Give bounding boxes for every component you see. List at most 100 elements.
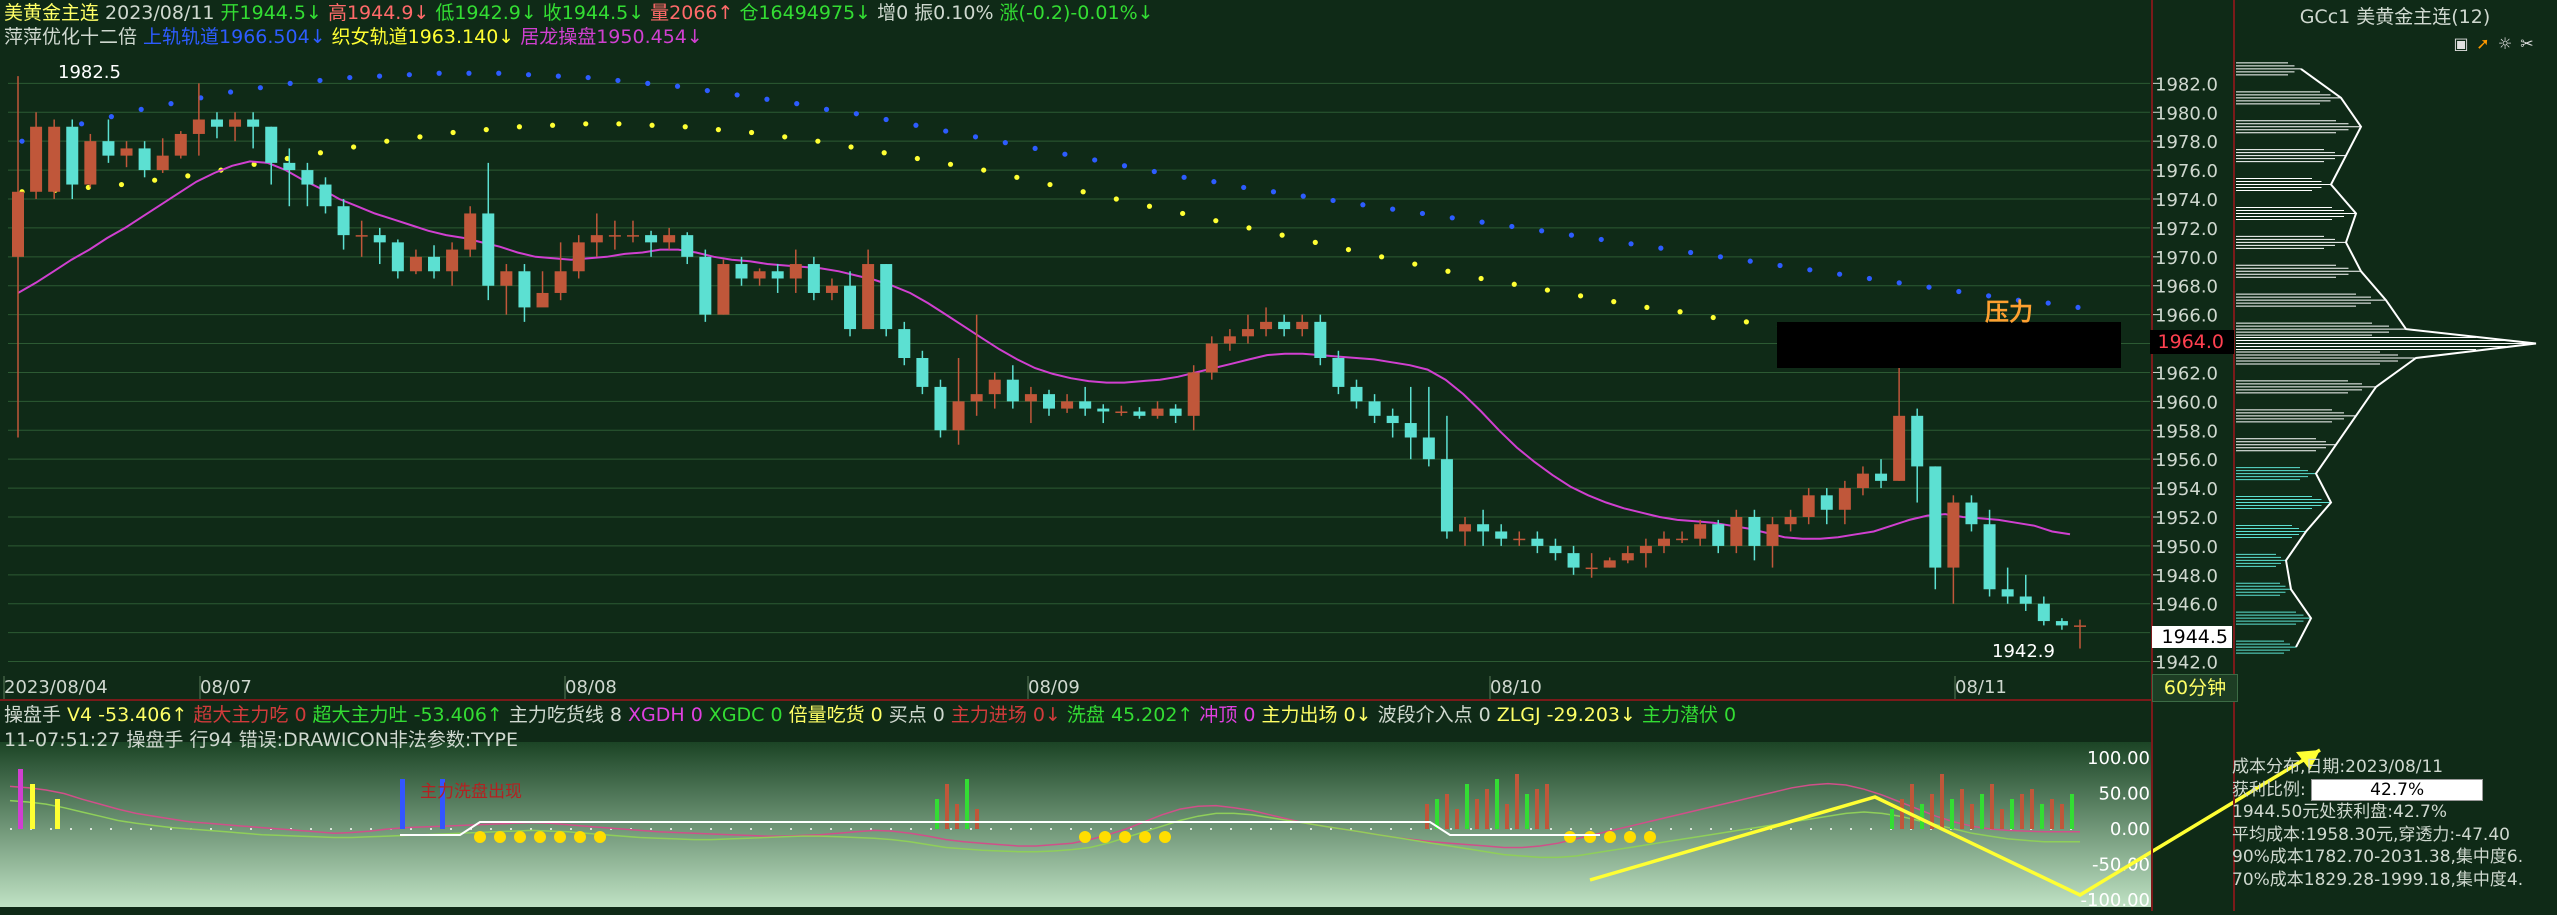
sub-bar — [1475, 799, 1479, 829]
band-dot — [1121, 163, 1128, 169]
band-dot — [883, 116, 889, 123]
price-tick: 1960.0 — [2155, 392, 2218, 413]
band-dot — [1345, 246, 1352, 253]
candle-body — [1422, 437, 1435, 460]
price-tick: 1942.0 — [2155, 653, 2218, 674]
sub-bar — [1910, 784, 1914, 829]
band-dot — [257, 85, 263, 91]
smiley-icon — [474, 831, 486, 843]
indicator-name: 萍萍优化十二倍 — [4, 26, 138, 48]
band-dot — [1896, 280, 1902, 286]
sub-bar — [2000, 809, 2004, 829]
candle-body — [373, 235, 386, 243]
upper-value: 1966.504↓ — [219, 26, 326, 48]
date-tick: 08/11 — [1955, 677, 2007, 698]
candle-body — [500, 271, 513, 286]
candle-body — [1766, 524, 1779, 546]
subchart-bg — [0, 742, 2152, 907]
band-dot — [1611, 299, 1617, 305]
candle-body — [970, 394, 983, 402]
band-dot — [1837, 271, 1843, 277]
smiley-icon — [594, 831, 606, 843]
candle-body — [825, 285, 838, 293]
smiley-icon — [1119, 831, 1131, 843]
candle-body — [1676, 538, 1689, 541]
candle-body — [1730, 517, 1743, 546]
high-label: 1982.5 — [58, 62, 121, 83]
sub-tick: -100.00 — [2081, 890, 2150, 911]
sub-bar — [2020, 794, 2024, 829]
sun-icon[interactable]: ☼ — [2494, 34, 2516, 53]
sub-indicator-item: 倍量吃货 0 — [788, 704, 883, 726]
sub-bar — [1980, 794, 1984, 829]
candle-body — [192, 119, 205, 134]
band-dot — [649, 122, 655, 128]
candle-body — [1748, 517, 1761, 546]
price-tick: 1958.0 — [2155, 421, 2218, 442]
candle-body — [1187, 372, 1200, 416]
main-grid — [8, 82, 2150, 663]
candle-body — [1875, 473, 1888, 481]
band-dot — [1047, 181, 1053, 188]
candle-body — [753, 271, 766, 279]
price-tick: 1974.0 — [2155, 190, 2218, 211]
band-dot — [483, 127, 489, 133]
candle-body — [645, 235, 658, 243]
date-value: 2023/08/11 — [105, 2, 215, 24]
band-dot — [168, 101, 174, 107]
candle-body — [1621, 553, 1634, 561]
date-tick: 2023/08/04 — [4, 677, 108, 698]
band-dot — [1241, 184, 1247, 191]
settings-icon[interactable]: ▣ — [2450, 34, 2472, 53]
sub-indicator-item: 超大主力吐 -53.406↑ — [312, 704, 503, 726]
candle-body — [1241, 329, 1254, 337]
candle-body — [699, 256, 712, 315]
arrow-icon[interactable]: ➚ — [2472, 34, 2494, 53]
sub-bar — [975, 809, 979, 829]
sub-indicator-item: 冲顶 0 — [1199, 704, 1256, 726]
band-dot — [1419, 210, 1426, 217]
candle-body — [608, 235, 621, 237]
band-dot — [496, 70, 502, 76]
sub-bar — [1950, 799, 1954, 829]
candle-body — [1820, 495, 1833, 510]
candle-body — [265, 126, 278, 163]
candle-body — [572, 242, 585, 272]
candle-body — [283, 162, 296, 171]
band-dot — [1644, 304, 1650, 311]
candle-body — [1368, 401, 1381, 416]
candle-body — [84, 141, 97, 185]
tool-icon[interactable]: ✂ — [2516, 34, 2538, 53]
candle-body — [229, 119, 242, 127]
band-dot — [1360, 202, 1366, 208]
sub-indicator-item: XGDH 0 — [628, 704, 703, 726]
band-dot — [450, 129, 456, 136]
sub-bar — [1425, 804, 1429, 829]
sub-bar — [2070, 794, 2074, 829]
band-dot — [943, 128, 949, 134]
date-tick: 08/08 — [565, 677, 617, 698]
sub-indicator-item: 买点 0 — [888, 704, 945, 726]
date-tick: 08/07 — [200, 677, 252, 698]
candle-body — [2055, 621, 2068, 626]
period-selector[interactable]: 60分钟 — [2152, 674, 2238, 702]
price-header: 美黄金主连 2023/08/11 开1944.5↓ 高1944.9↓ 低1942.9↓ 收… — [4, 2, 1160, 24]
band-dot — [1032, 145, 1038, 152]
signal-bar — [30, 784, 35, 829]
sub-bar — [955, 804, 959, 829]
band-dot — [1246, 225, 1252, 231]
band-dot — [1544, 287, 1551, 293]
smiley-icon — [534, 831, 546, 843]
band-dot — [715, 127, 721, 133]
candle-body — [1169, 408, 1182, 416]
band-dot — [682, 124, 688, 130]
candle-body — [1531, 538, 1544, 546]
candle-body — [1404, 423, 1417, 438]
band-dot — [645, 80, 651, 86]
sub-tick: 0.00 — [2110, 819, 2150, 840]
band-dot — [1445, 268, 1451, 274]
candle-body — [1386, 415, 1399, 424]
candle-body — [1332, 358, 1345, 387]
sub-bar — [1505, 804, 1509, 829]
band-dot — [704, 87, 710, 94]
